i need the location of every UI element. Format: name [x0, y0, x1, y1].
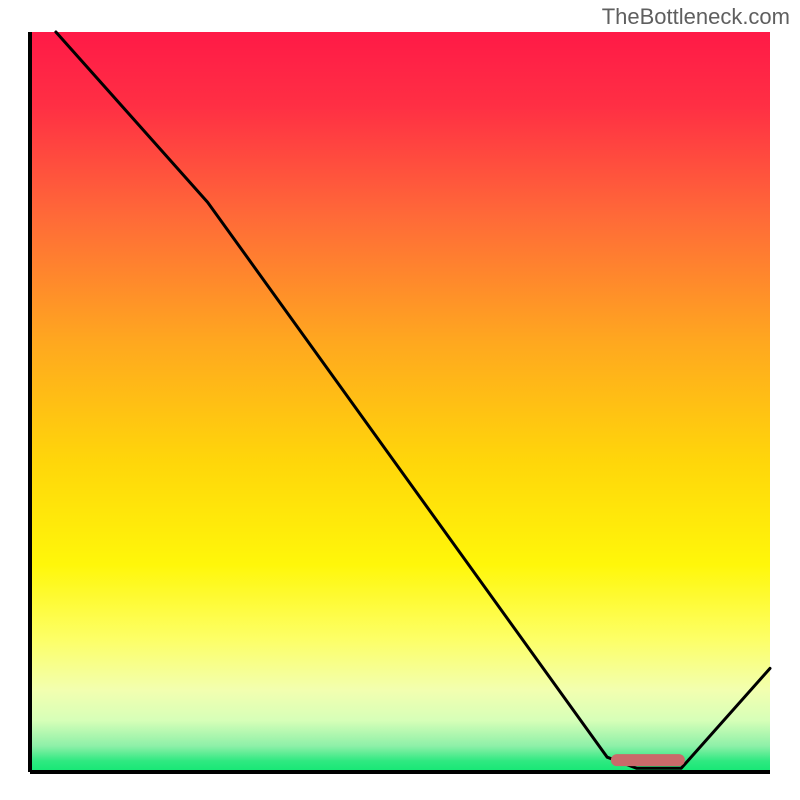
- watermark-text: TheBottleneck.com: [602, 4, 790, 30]
- bottleneck-chart: [0, 0, 800, 800]
- plot-background: [30, 32, 770, 772]
- optimal-marker: [611, 754, 685, 766]
- chart-root: TheBottleneck.com: [0, 0, 800, 800]
